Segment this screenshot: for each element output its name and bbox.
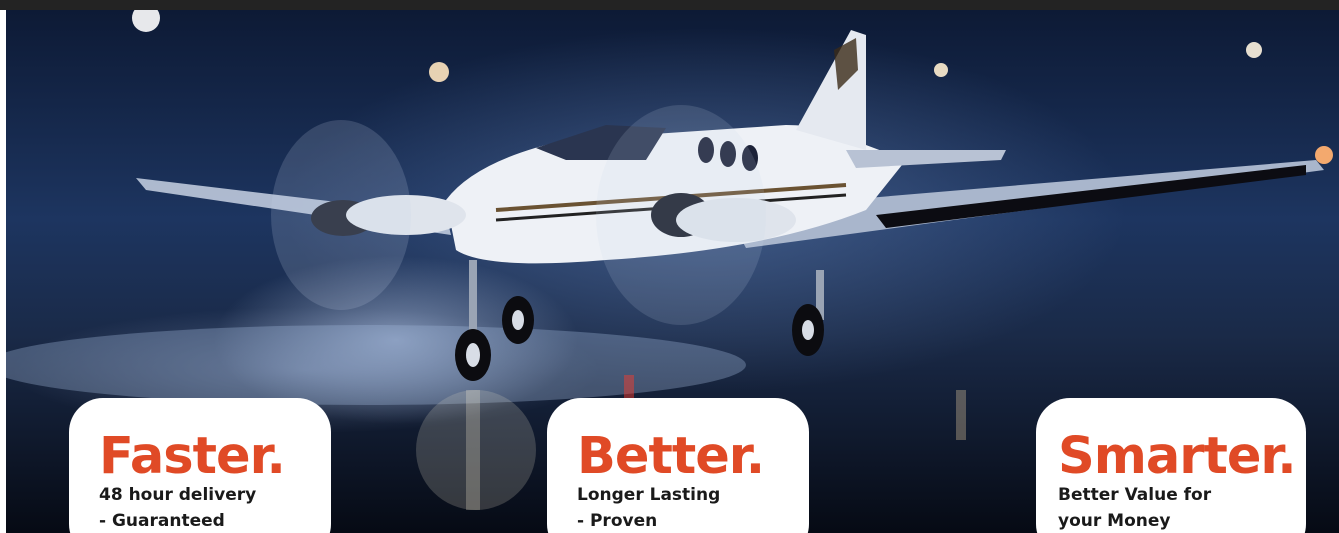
feature-heading: Better. <box>577 427 765 486</box>
feature-card-faster: Faster. 48 hour delivery - Guaranteed <box>69 398 331 533</box>
feature-card-smarter: Smarter. Better Value for your Money <box>1036 398 1306 533</box>
feature-heading: Faster. <box>99 427 286 486</box>
feature-line: - Proven <box>577 511 658 531</box>
feature-line: 48 hour delivery <box>99 485 257 505</box>
feature-line: your Money <box>1058 511 1171 531</box>
hero-banner: Faster. 48 hour delivery - Guaranteed Be… <box>6 10 1339 533</box>
feature-line: Longer Lasting <box>577 485 721 505</box>
feature-heading: Smarter. <box>1058 427 1297 486</box>
feature-line: - Guaranteed <box>99 511 225 531</box>
feature-card-better: Better. Longer Lasting - Proven <box>547 398 809 533</box>
top-bar <box>0 0 1339 10</box>
